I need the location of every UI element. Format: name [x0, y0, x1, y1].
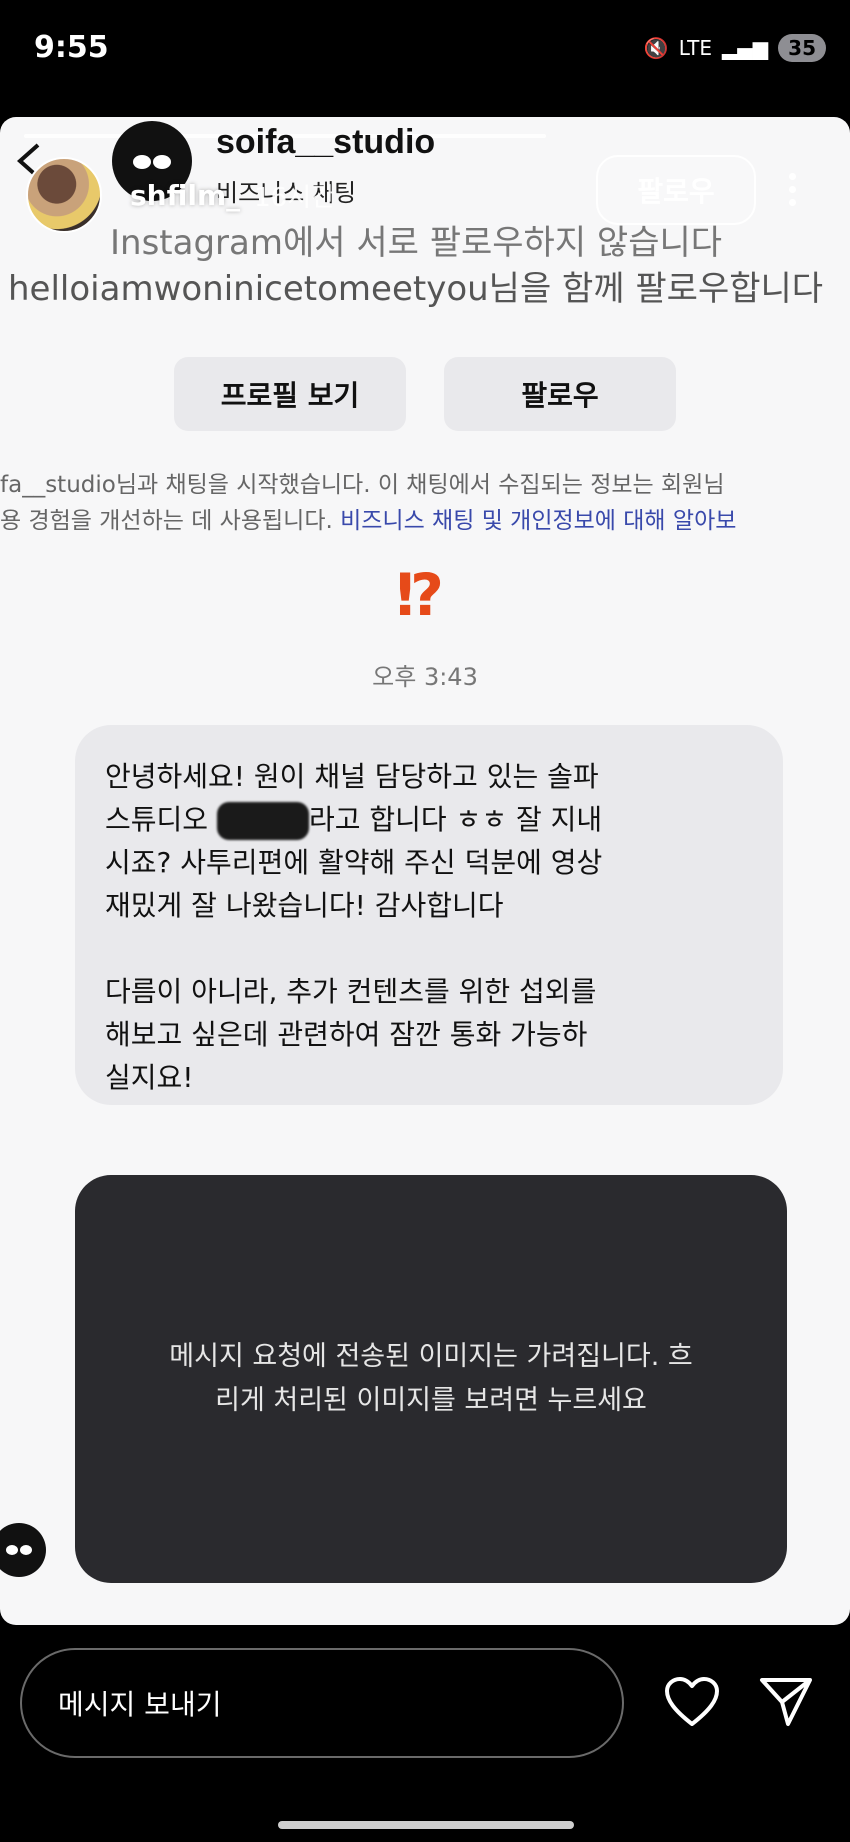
blurred-image-message[interactable]: 메시지 요청에 전송된 이미지는 가려집니다. 흐 리게 처리된 이미지를 보려…	[75, 1175, 787, 1583]
message-line: 실지요!	[105, 1061, 194, 1094]
message-line: 재밌게 잘 나왔습니다! 감사합니다	[105, 889, 504, 922]
network-label: LTE	[678, 36, 712, 60]
story-user-header[interactable]: shfilm_ 16시간	[26, 157, 335, 233]
info-line-1: fa__studio님과 채팅을 시작했습니다. 이 채팅에서 수집되는 정보는…	[0, 472, 725, 498]
redacted-name	[216, 802, 309, 840]
send-icon[interactable]	[758, 1674, 814, 1730]
message-line: 안녕하세요! 원이 채널 담당하고 있는 솔파	[105, 760, 599, 793]
message-line: 시죠? 사투리편에 활약해 주신 덕분에 영상	[105, 846, 603, 879]
send-message-input[interactable]: 메시지 보내기	[20, 1648, 624, 1758]
story-card[interactable]: soifa__studio 비즈니스 채팅 Instagram에서 서로 팔로우…	[0, 117, 850, 1625]
home-indicator[interactable]	[278, 1821, 574, 1829]
message-line: 스튜디오 라고 합니다 ㅎㅎ 잘 지내	[105, 798, 753, 841]
status-icons: 🔇 LTE ▂▄▆ 35	[644, 34, 826, 62]
heart-icon[interactable]	[664, 1676, 720, 1728]
chat-info-text: fa__studio님과 채팅을 시작했습니다. 이 채팅에서 수집되는 정보는…	[0, 467, 850, 539]
profile-actions: 프로필 보기 팔로우	[174, 357, 676, 431]
interrobang-sticker: ⁉	[396, 561, 445, 629]
blurred-image-note-line: 메시지 요청에 전송된 이미지는 가려집니다. 흐	[169, 1341, 693, 1372]
more-options-icon[interactable]	[787, 173, 797, 209]
mute-icon: 🔇	[643, 36, 669, 60]
story-time-ago: 16시간	[254, 182, 336, 213]
message-line-suffix: 라고 합니다 ㅎㅎ 잘 지내	[308, 803, 603, 836]
signal-icon: ▂▄▆	[722, 36, 769, 60]
avatar[interactable]	[26, 157, 102, 233]
info-line-2-text: 용 경험을 개선하는 데 사용됩니다.	[0, 508, 341, 534]
followed-by-note: helloiamwoninicetomeetyou님을 함께 팔로우합니다	[8, 269, 824, 309]
sender-avatar	[0, 1523, 46, 1577]
battery-icon: 35	[778, 34, 826, 62]
blurred-image-note-line: 리게 처리된 이미지를 보려면 누르세요	[215, 1385, 647, 1416]
message-timestamp: 오후 3:43	[372, 663, 478, 691]
logo-face-icon	[6, 1545, 32, 1555]
message-line-prefix: 스튜디오	[105, 803, 217, 836]
message-line: 해보고 싶은데 관련하여 잠깐 통화 가능하	[105, 1018, 588, 1051]
privacy-link[interactable]: 비즈니스 채팅 및 개인정보에 대해 알아보	[340, 508, 736, 534]
status-bar: 9:55 🔇 LTE ▂▄▆ 35	[0, 0, 850, 110]
message-bubble[interactable]: 안녕하세요! 원이 채널 담당하고 있는 솔파 스튜디오 라고 합니다 ㅎㅎ 잘…	[75, 725, 783, 1105]
info-line-2: 용 경험을 개선하는 데 사용됩니다. 비즈니스 채팅 및 개인정보에 대해 알…	[0, 503, 850, 539]
status-time: 9:55	[34, 30, 109, 65]
story-username[interactable]: shfilm_	[130, 179, 240, 212]
view-profile-button[interactable]: 프로필 보기	[174, 357, 406, 431]
message-line: 다름이 아니라, 추가 컨텐츠를 위한 섭외를	[105, 975, 597, 1008]
follow-button[interactable]: 팔로우	[596, 155, 756, 225]
chat-follow-button[interactable]: 팔로우	[444, 357, 676, 431]
